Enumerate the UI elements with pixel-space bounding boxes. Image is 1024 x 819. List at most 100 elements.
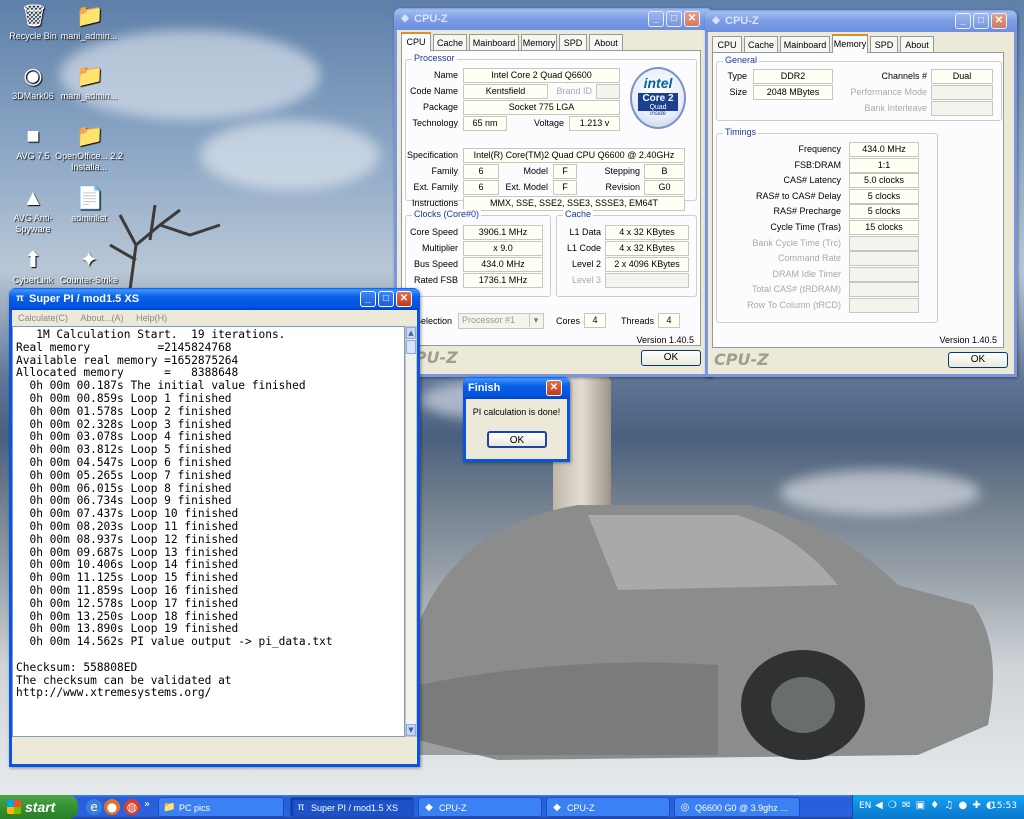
name-label: Name: [433, 70, 458, 80]
corespeed-value: 3906.1 MHz: [463, 225, 543, 240]
superpi-titlebar[interactable]: π Super PI / mod1.5 XS _ □ ✕: [9, 288, 420, 310]
menu-calculate[interactable]: Calculate(C): [18, 313, 68, 323]
maximize-button[interactable]: □: [378, 291, 394, 307]
type-label: Type: [727, 71, 747, 81]
cpuz-icon: ◆: [401, 13, 409, 24]
clock[interactable]: 15:53: [991, 801, 1017, 811]
finish-titlebar[interactable]: Finish ✕: [463, 377, 570, 399]
task-cpuz-2[interactable]: ◆ CPU-Z: [546, 797, 670, 817]
l1code-value: 4 x 32 KBytes: [605, 241, 689, 256]
timing-value: 5 clocks: [849, 204, 919, 220]
tab-spd[interactable]: SPD: [559, 34, 587, 50]
task-superpi[interactable]: π Super PI / mod1.5 XS: [290, 797, 414, 817]
ie-icon[interactable]: e: [86, 799, 102, 815]
language-indicator[interactable]: EN: [859, 801, 871, 811]
superpi-window[interactable]: π Super PI / mod1.5 XS _ □ ✕ Calculate(C…: [9, 288, 420, 767]
tab-cpu[interactable]: CPU: [712, 36, 742, 52]
processor-group-label: Processor: [412, 53, 457, 63]
finish-dialog[interactable]: Finish ✕ PI calculation is done! OK: [463, 377, 570, 462]
minimize-button[interactable]: _: [648, 11, 664, 27]
desktop-icon-openoffice[interactable]: 📁 OpenOffice... 2.2 Installa...: [53, 123, 125, 173]
level3-label: Level 3: [571, 275, 601, 285]
ok-button[interactable]: OK: [641, 350, 701, 366]
type-value: DDR2: [753, 69, 833, 84]
task-q6600[interactable]: ◎ Q6600 G0 @ 3.9ghz ...: [674, 797, 800, 817]
multiplier-label: Multiplier: [421, 243, 458, 253]
busspeed-value: 434.0 MHz: [463, 257, 543, 272]
show-desktop-icon[interactable]: ◍: [124, 799, 140, 815]
memory-tab-panel: General Type DDR2 Size 2048 MBytes Chann…: [712, 52, 1004, 348]
desktop-icon-adminlist[interactable]: 📄 adminlist: [53, 185, 125, 224]
task-pc-pics[interactable]: 📁 PC pics: [158, 797, 284, 817]
close-button[interactable]: ✕: [546, 380, 562, 396]
clocks-group-label: Clocks (Core#0): [412, 209, 482, 219]
minimize-button[interactable]: _: [360, 291, 376, 307]
firefox-icon[interactable]: ●: [104, 799, 120, 815]
revision-value: G0: [644, 180, 685, 195]
close-button[interactable]: ✕: [991, 13, 1007, 29]
scroll-down-button[interactable]: ▼: [406, 724, 416, 736]
intel-product-text: Core 2: [638, 93, 678, 104]
tab-cache[interactable]: Cache: [433, 34, 467, 50]
desktop-icon-mani-admin-1[interactable]: 📁 mani_admin...: [53, 3, 125, 42]
task-cpuz-1[interactable]: ◆ CPU-Z: [418, 797, 542, 817]
3dmark-icon: ◉: [23, 63, 43, 88]
tab-cpu[interactable]: CPU: [401, 32, 431, 51]
tray-icons[interactable]: ◀ ❍ ✉ ▣ ♦ ♫ ● ✚ ◐: [875, 800, 996, 811]
cpuz-cpu-window[interactable]: ◆ CPU-Z _ □ ✕ CPU Cache Mainboard Memory…: [394, 8, 713, 377]
counter-strike-icon: ✦: [79, 247, 99, 272]
perfmode-label: Performance Mode: [850, 87, 927, 97]
l1code-label: L1 Code: [566, 243, 601, 253]
cache-group: Cache L1 Data 4 x 32 KBytes L1 Code 4 x …: [556, 209, 697, 297]
task-label: PC pics: [179, 803, 211, 813]
name-value: Intel Core 2 Quad Q6600: [463, 68, 620, 83]
folder-icon: 📁: [76, 123, 104, 148]
cpuz-cpu-titlebar[interactable]: ◆ CPU-Z _ □ ✕: [394, 8, 713, 30]
scroll-up-button[interactable]: ▲: [406, 327, 416, 339]
size-value: 2048 MBytes: [753, 85, 833, 100]
timing-label: CAS# Latency: [783, 175, 841, 186]
cpuz-memory-window[interactable]: ◆ CPU-Z _ □ ✕ CPU Cache Mainboard Memory…: [705, 10, 1017, 377]
output-console[interactable]: 1M Calculation Start. 19 iterations. Real…: [12, 326, 405, 737]
clocks-group: Clocks (Core#0) Core Speed 3906.1 MHz Mu…: [405, 209, 551, 297]
ratedfsb-label: Rated FSB: [413, 275, 458, 285]
timing-label: Row To Column (tRCD): [747, 300, 841, 310]
ok-button[interactable]: OK: [948, 352, 1008, 368]
start-label: start: [25, 799, 56, 815]
desktop-icon-counter-strike[interactable]: ✦ Counter-Strike: [53, 247, 125, 286]
version-text: Version 1.40.5: [636, 335, 694, 345]
tab-memory[interactable]: Memory: [521, 34, 557, 50]
minimize-button[interactable]: _: [955, 13, 971, 29]
cpuz-icon: ◆: [712, 15, 720, 26]
tab-about[interactable]: About: [589, 34, 623, 50]
start-button[interactable]: start: [0, 795, 78, 819]
maximize-button[interactable]: □: [973, 13, 989, 29]
tab-mainboard[interactable]: Mainboard: [469, 34, 519, 50]
ok-button[interactable]: OK: [487, 431, 547, 448]
menu-help[interactable]: Help(H): [136, 313, 167, 323]
cpuz-logo: CPU-Z: [714, 350, 769, 369]
chevron-double-icon[interactable]: »: [144, 799, 150, 810]
menu-about[interactable]: About...(A): [81, 313, 124, 323]
vertical-scrollbar[interactable]: ▲ ▼: [405, 326, 417, 737]
close-button[interactable]: ✕: [396, 291, 412, 307]
desktop-icon-label: AVG 7.5: [16, 151, 50, 161]
tab-cache[interactable]: Cache: [744, 36, 778, 52]
timing-value: 1:1: [849, 157, 919, 173]
extmodel-value: F: [553, 180, 577, 195]
tab-about[interactable]: About: [900, 36, 934, 52]
maximize-button[interactable]: □: [666, 11, 682, 27]
timing-value: 5 clocks: [849, 188, 919, 204]
output-line: 0h 00m 00.859s Loop 1 finished: [16, 391, 232, 405]
selection-dropdown[interactable]: Processor #1 ▾: [458, 313, 544, 329]
tab-memory[interactable]: Memory: [832, 34, 868, 53]
tab-mainboard[interactable]: Mainboard: [780, 36, 830, 52]
cpuz-memory-titlebar[interactable]: ◆ CPU-Z _ □ ✕: [705, 10, 1017, 32]
scroll-thumb[interactable]: [406, 340, 416, 354]
voltage-label: Voltage: [533, 118, 564, 128]
intel-tagline-text: inside: [650, 111, 666, 117]
desktop-icon-mani-admin-2[interactable]: 📁 mani_admin...: [53, 63, 125, 102]
tab-spd[interactable]: SPD: [870, 36, 898, 52]
close-button[interactable]: ✕: [684, 11, 700, 27]
